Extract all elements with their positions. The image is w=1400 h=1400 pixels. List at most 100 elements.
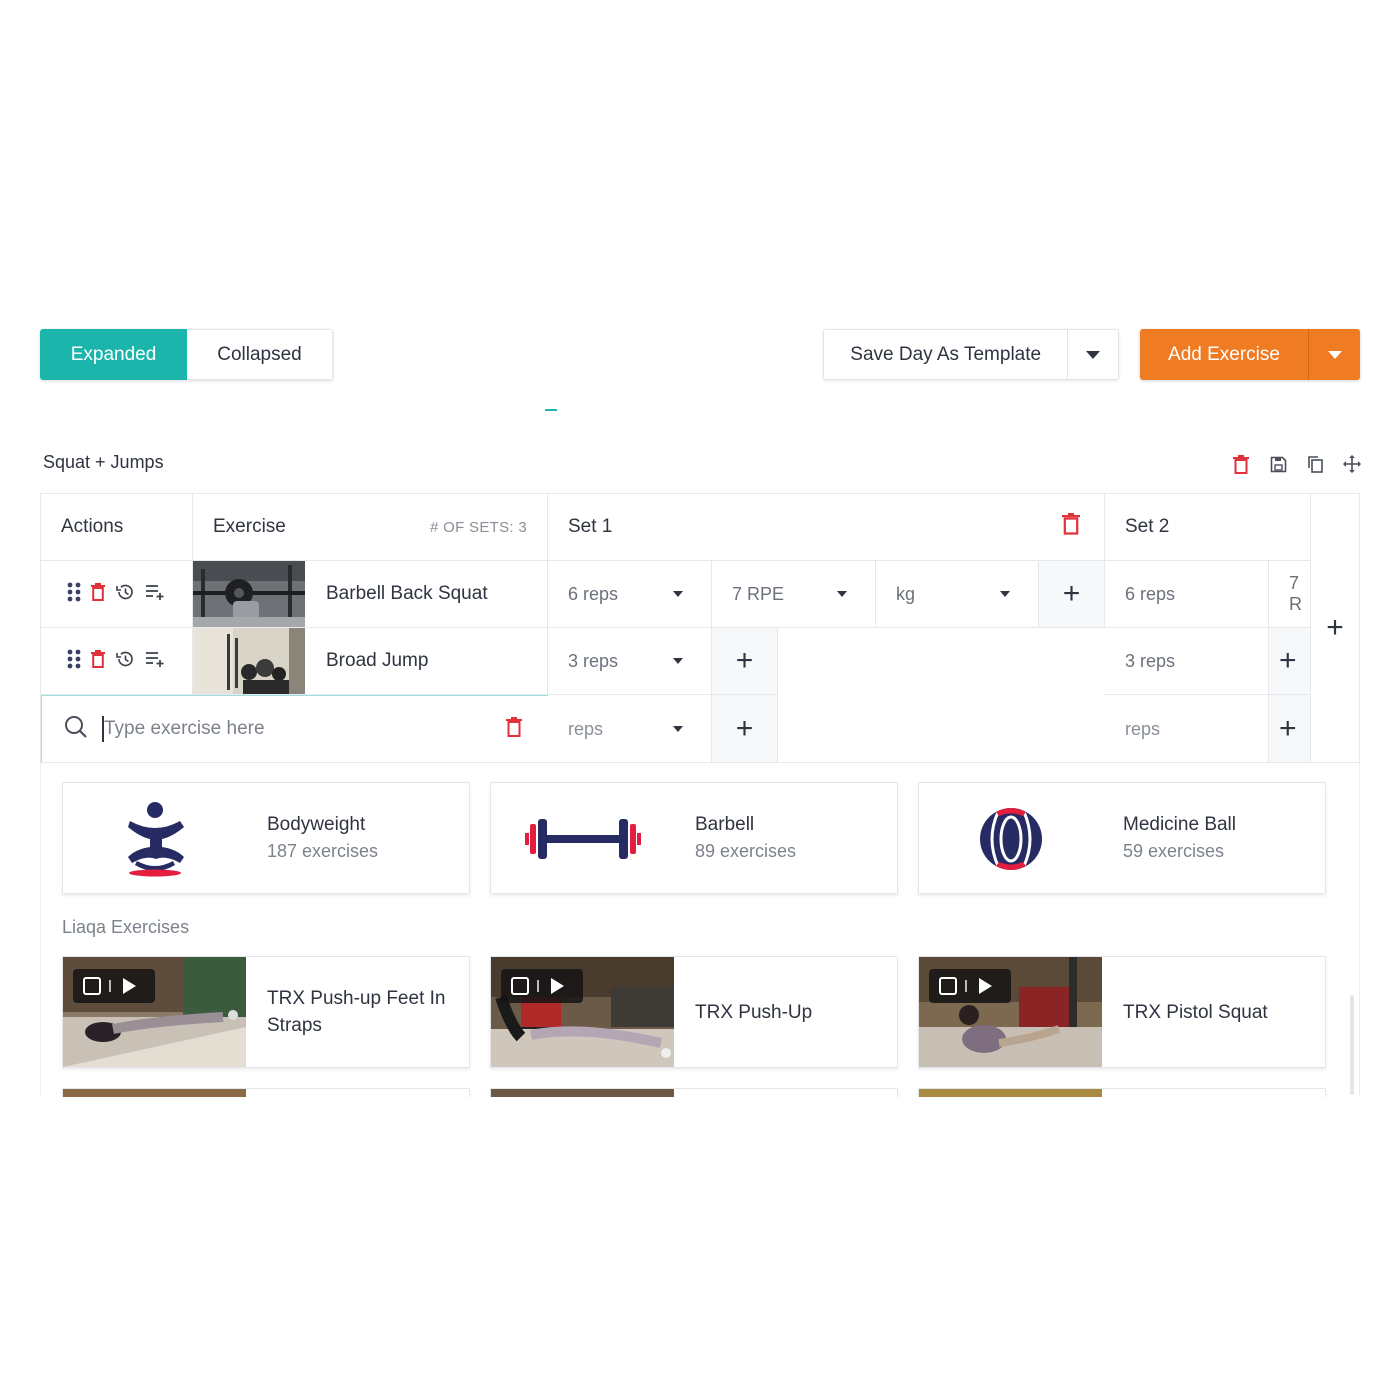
exercise-header-label: Exercise [213,516,286,537]
set2-reps-select[interactable]: 6 reps [1105,561,1269,628]
exercise-video-thumbnail [491,957,674,1067]
set1-reps-select[interactable]: reps [548,695,712,762]
row-actions [41,561,193,628]
save-template-split-button: Save Day As Template [823,329,1119,380]
add-metric-button[interactable]: + [712,628,778,695]
play-icon [979,978,992,994]
expanded-toggle[interactable]: Expanded [40,329,187,380]
exercise-thumbnail [193,628,305,694]
actions-header: Actions [41,494,193,561]
plus-icon: + [735,644,754,677]
set2-reps-select[interactable]: 3 reps [1105,628,1269,695]
add-to-list-icon[interactable] [145,650,165,673]
add-metric-button[interactable]: + [1269,628,1310,695]
stop-icon [83,977,101,995]
delete-row-icon[interactable] [91,649,105,673]
unit-value: kg [896,583,916,604]
row-actions [41,628,193,695]
exercise-card[interactable] [918,1088,1326,1097]
add-exercise-button[interactable]: Add Exercise [1140,329,1309,380]
add-set-button[interactable]: + [1310,493,1360,763]
caret-down-icon [1086,350,1101,359]
exercise-title: TRX Push-Up [695,1001,813,1023]
play-icon [123,978,136,994]
save-template-button[interactable]: Save Day As Template [824,330,1069,379]
caret-down-icon [673,591,683,597]
category-name: Medicine Ball [1123,814,1236,835]
set1-header: Set 1 [548,494,1105,561]
exercise-card[interactable]: TRX Push-Up [490,956,898,1068]
reps-value: 3 reps [1125,650,1176,671]
history-icon[interactable] [115,582,135,607]
exercise-header: Exercise # OF SETS: 3 [193,494,548,561]
delete-group-icon[interactable] [1230,453,1252,475]
reps-value: 3 reps [568,650,619,671]
exercise-card[interactable] [62,1088,470,1097]
bodyweight-icon [91,797,219,881]
delete-row-icon[interactable] [91,582,105,606]
category-count: 89 exercises [695,841,797,861]
exercise-video-thumbnail [63,1089,246,1097]
exercise-search-input[interactable] [104,718,484,740]
empty-cell [778,628,1105,695]
plus-icon: + [1062,577,1081,610]
category-card-barbell[interactable]: Barbell 89 exercises [490,782,898,894]
history-icon[interactable] [115,649,135,674]
video-badge [501,969,583,1003]
video-badge [929,969,1011,1003]
caret-down-icon [673,726,683,732]
drag-handle-icon[interactable] [67,649,81,674]
save-template-dropdown[interactable] [1068,330,1118,379]
set2-rpe-select[interactable]: 7 R [1269,561,1310,628]
clear-search-icon[interactable] [506,716,522,742]
exercise-thumbnail [193,561,305,627]
category-count: 59 exercises [1123,841,1225,861]
stop-icon [511,977,529,995]
add-metric-button[interactable]: + [1269,695,1310,762]
add-to-list-icon[interactable] [145,583,165,606]
num-sets-label: # OF SETS: 3 [430,518,527,536]
set1-reps-select[interactable]: 6 reps [548,561,712,628]
barbell-icon [519,797,647,881]
set1-header-label: Set 1 [568,516,613,537]
exercise-search-field[interactable] [41,695,549,762]
panel-scrollbar[interactable] [1350,995,1354,1095]
exercise-cell[interactable]: Broad Jump [193,628,548,695]
play-icon [551,978,564,994]
move-group-icon[interactable] [1341,453,1363,475]
save-group-icon[interactable] [1267,453,1289,475]
exercise-picker: Bodyweight 187 exercises Barbell 89 exer… [40,763,1360,1097]
add-exercise-dropdown[interactable] [1309,329,1360,380]
category-card-medicine-ball[interactable]: Medicine Ball 59 exercises [918,782,1326,894]
exercise-card[interactable] [490,1088,898,1097]
set1-rpe-select[interactable]: 7 RPE [712,561,876,628]
exercise-card[interactable]: TRX Pistol Squat [918,956,1326,1068]
medicine-ball-icon [947,797,1075,881]
exercise-title: TRX Push-up Feet In Straps [267,988,446,1036]
category-count: 187 exercises [267,841,379,861]
exercise-video-thumbnail [919,957,1102,1067]
set2-reps-select[interactable]: reps [1105,695,1269,762]
loading-indicator [545,409,557,411]
drag-handle-icon[interactable] [67,582,81,607]
set1-unit-select[interactable]: kg [876,561,1039,628]
collapsed-toggle[interactable]: Collapsed [187,329,333,380]
exercise-card[interactable]: TRX Push-up Feet In Straps [62,956,470,1068]
exercise-title: TRX Pistol Squat [1123,1001,1268,1023]
category-name: Bodyweight [267,814,366,835]
reps-value: 6 reps [1125,583,1176,604]
exercise-video-thumbnail [491,1089,674,1097]
category-card-bodyweight[interactable]: Bodyweight 187 exercises [62,782,470,894]
caret-down-icon [1327,350,1342,359]
copy-group-icon[interactable] [1304,453,1326,475]
delete-set-icon[interactable] [1062,513,1080,541]
set1-reps-select[interactable]: 3 reps [548,628,712,695]
add-metric-button[interactable]: + [712,695,778,762]
rpe-value: 7 RPE [732,583,785,604]
caret-down-icon [837,591,847,597]
exercise-cell[interactable]: Barbell Back Squat [193,561,548,628]
set2-header: Set 2 [1105,494,1310,561]
add-metric-button[interactable]: + [1039,561,1105,628]
plus-icon: + [1279,712,1297,745]
stop-icon [939,977,957,995]
